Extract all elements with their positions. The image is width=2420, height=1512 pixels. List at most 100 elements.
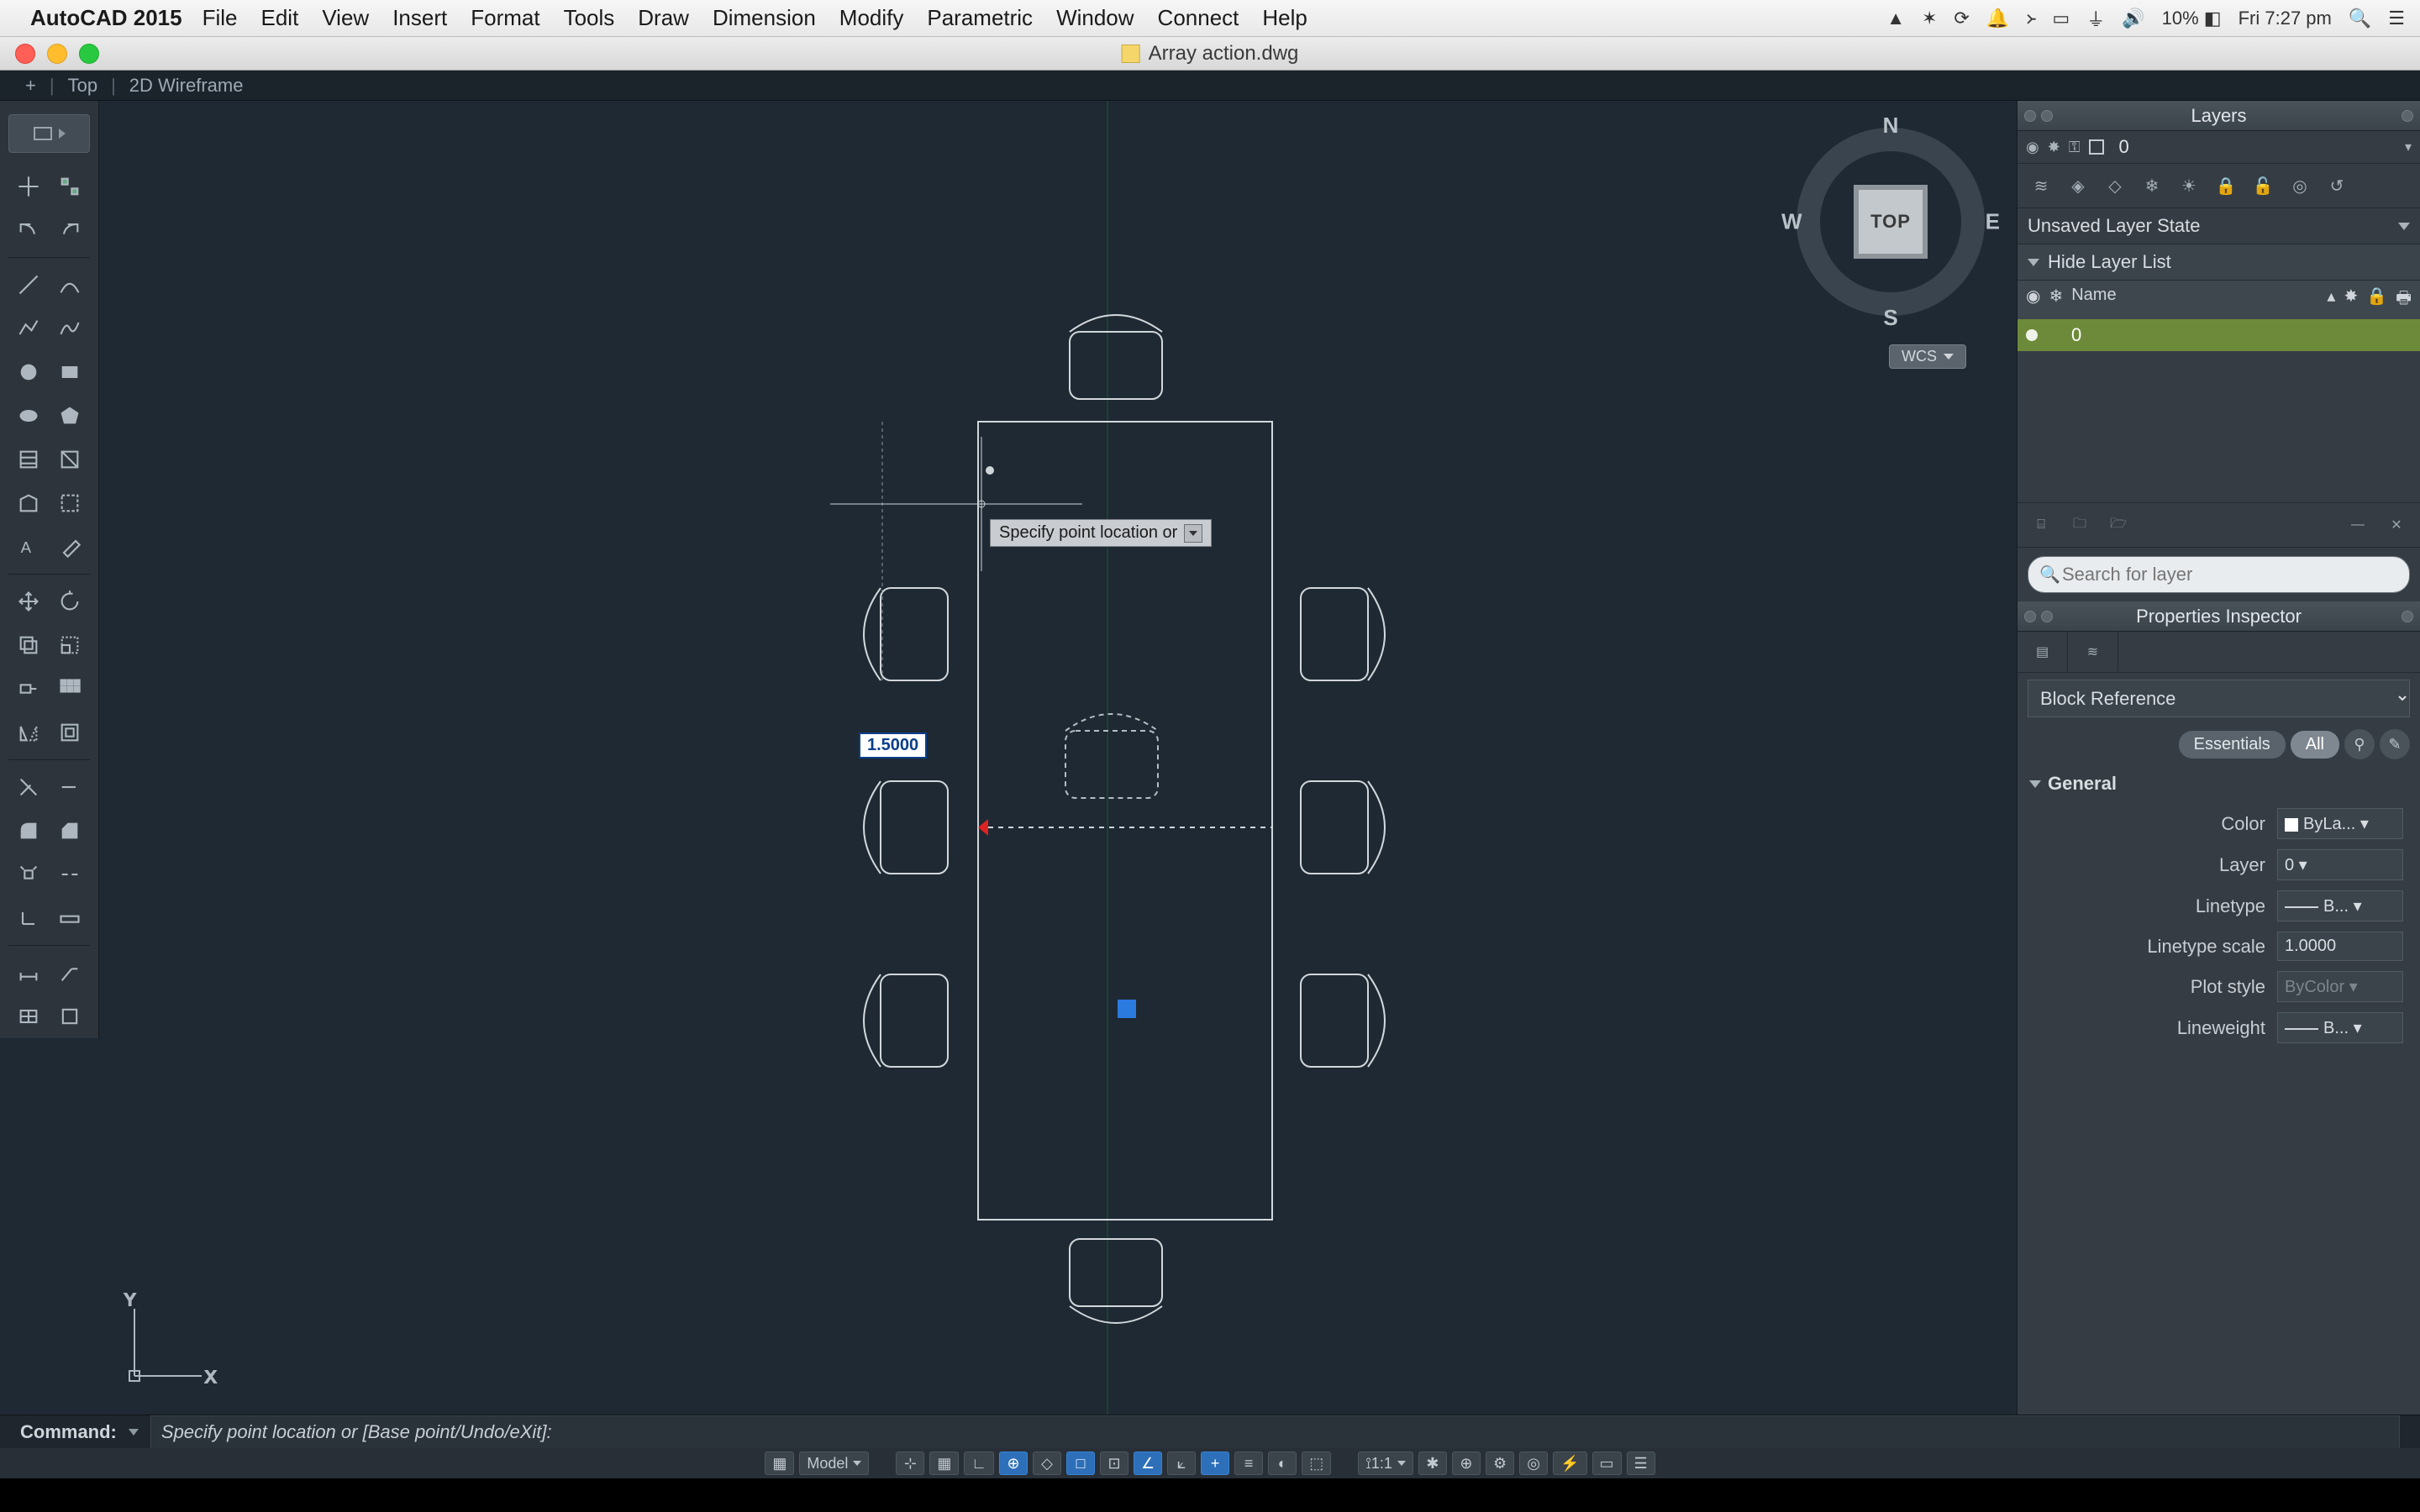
tool-stretch[interactable] xyxy=(12,672,45,706)
wcs-dropdown[interactable]: WCS xyxy=(1889,344,1966,369)
status-ducs[interactable]: ⟀ xyxy=(1167,1452,1196,1475)
tool-block[interactable] xyxy=(53,1000,87,1033)
dynamic-prompt-dropdown-icon[interactable] xyxy=(1184,524,1202,543)
tool-offset[interactable] xyxy=(53,716,87,749)
status-gridmode[interactable]: ▦ xyxy=(929,1452,959,1475)
status-lwt[interactable]: ≡ xyxy=(1234,1452,1263,1475)
status-annoautoscale[interactable]: ⊕ xyxy=(1452,1452,1481,1475)
layer-tool-match[interactable]: ◎ xyxy=(2283,169,2317,202)
status-grid-icon[interactable]: ▦ xyxy=(765,1452,794,1475)
menu-file[interactable]: File xyxy=(203,5,238,31)
status-3dosnap[interactable]: ⊡ xyxy=(1100,1452,1128,1475)
layer-dropdown-icon[interactable]: ▾ xyxy=(2405,139,2412,155)
viewcube-south[interactable]: S xyxy=(1883,305,1897,331)
tool-gradient[interactable] xyxy=(53,443,87,476)
status-selection[interactable]: ⬚ xyxy=(1302,1452,1331,1475)
tool-circle[interactable] xyxy=(12,355,45,389)
status-isolate[interactable]: ◎ xyxy=(1519,1452,1548,1475)
layer-group-icon[interactable]: 🗀 xyxy=(2065,510,2095,540)
tool-array[interactable] xyxy=(53,672,87,706)
status-osnap[interactable]: □ xyxy=(1066,1452,1095,1475)
status-bluetooth-icon[interactable]: ᚛ xyxy=(2026,8,2035,29)
tool-arc[interactable] xyxy=(53,268,87,302)
tool-extend[interactable] xyxy=(53,770,87,804)
tool-rotate[interactable] xyxy=(53,585,87,618)
props-pill-essentials[interactable]: Essentials xyxy=(2179,731,2286,759)
layer-visibility-icon[interactable]: ◉ xyxy=(2026,139,2039,156)
tool-chamfer[interactable] xyxy=(53,814,87,848)
status-cleanscreen[interactable]: ▭ xyxy=(1592,1452,1622,1475)
status-transparency[interactable]: ◐ xyxy=(1268,1452,1297,1475)
dynamic-value-input[interactable]: 1.5000 xyxy=(859,732,927,759)
properties-panel-header[interactable]: Properties Inspector xyxy=(2018,601,2420,632)
tool-mirror[interactable] xyxy=(12,716,45,749)
prop-layer-value[interactable]: 0 ▾ xyxy=(2277,849,2403,880)
tool-measure[interactable] xyxy=(53,901,87,935)
layer-search-input[interactable] xyxy=(2028,556,2410,593)
status-hardwareaccel[interactable]: ⚡ xyxy=(1553,1452,1586,1475)
status-annovisibility[interactable]: ✱ xyxy=(1418,1452,1447,1475)
tool-line[interactable] xyxy=(12,268,45,302)
tool-copy[interactable] xyxy=(12,628,45,662)
status-otrack[interactable]: ∠ xyxy=(1134,1452,1162,1475)
tool-polyline[interactable] xyxy=(12,312,45,345)
status-wifi-icon[interactable]: ⏚ xyxy=(2086,5,2105,32)
layer-tool-off[interactable]: ◇ xyxy=(2098,169,2132,202)
layer-tool-iso[interactable]: ◈ xyxy=(2061,169,2095,202)
tool-scale[interactable] xyxy=(53,628,87,662)
status-ortho[interactable]: ∟ xyxy=(964,1452,994,1475)
tool-redo[interactable] xyxy=(53,213,87,247)
status-space-label[interactable]: Model xyxy=(799,1452,869,1475)
tool-polygon[interactable] xyxy=(53,399,87,433)
menu-parametric[interactable]: Parametric xyxy=(927,5,1033,31)
menu-edit[interactable]: Edit xyxy=(261,5,299,31)
workspace-switcher[interactable] xyxy=(8,114,90,153)
menu-format[interactable]: Format xyxy=(471,5,539,31)
menu-insert[interactable]: Insert xyxy=(392,5,447,31)
layer-new-icon[interactable]: — xyxy=(2343,510,2373,540)
viewcube-face-top[interactable]: TOP xyxy=(1854,185,1928,259)
tool-boundary[interactable] xyxy=(53,486,87,520)
status-annoscale[interactable]: ⟟ 1:1 xyxy=(1358,1452,1413,1475)
status-alert-icon[interactable]: ▲ xyxy=(1886,8,1905,29)
tool-move[interactable] xyxy=(12,585,45,618)
menu-draw[interactable]: Draw xyxy=(638,5,689,31)
layer-delete-icon[interactable]: ✕ xyxy=(2381,510,2412,540)
layer-tool-states[interactable]: ≋ xyxy=(2024,169,2058,202)
tool-region[interactable] xyxy=(12,486,45,520)
viewport-add-icon[interactable]: + xyxy=(25,75,36,97)
current-layer-name[interactable]: 0 xyxy=(2112,136,2396,158)
drawing-canvas[interactable]: Specify point location or 1.5000 xyxy=(99,101,2017,1415)
tool-table[interactable] xyxy=(12,1000,45,1033)
menu-view[interactable]: View xyxy=(322,5,369,31)
tool-undo[interactable] xyxy=(12,213,45,247)
layer-row-0[interactable]: 0 xyxy=(2018,319,2420,351)
viewcube-north[interactable]: N xyxy=(1883,113,1899,139)
layer-tool-freeze[interactable]: ❄ xyxy=(2135,169,2169,202)
tool-rectangle[interactable] xyxy=(53,355,87,389)
menu-tools[interactable]: Tools xyxy=(564,5,615,31)
menu-connect[interactable]: Connect xyxy=(1158,5,1239,31)
tool-leader[interactable] xyxy=(53,956,87,990)
layer-tool-thaw[interactable]: ☀ xyxy=(2172,169,2206,202)
viewport-style-label[interactable]: 2D Wireframe xyxy=(129,75,244,97)
app-name[interactable]: AutoCAD 2015 xyxy=(30,5,182,31)
menu-dimension[interactable]: Dimension xyxy=(713,5,816,31)
tool-text[interactable]: A xyxy=(12,530,45,564)
viewcube-east[interactable]: E xyxy=(1986,209,2000,235)
menu-help[interactable]: Help xyxy=(1262,5,1307,31)
status-evernote-icon[interactable]: ✶ xyxy=(1922,8,1937,29)
status-battery[interactable]: 10% ◧ xyxy=(2162,8,2222,29)
prop-ltscale-value[interactable]: 1.0000 xyxy=(2277,932,2403,961)
layers-panel-header[interactable]: Layers xyxy=(2018,101,2420,131)
window-close-button[interactable] xyxy=(15,44,35,64)
props-quickselect-icon[interactable]: ⚲ xyxy=(2344,729,2375,759)
props-pickadd-icon[interactable]: ✎ xyxy=(2380,729,2410,759)
status-display-icon[interactable]: ▭ xyxy=(2052,8,2070,29)
tool-ucs[interactable] xyxy=(12,901,45,935)
col-visibility-icon[interactable]: ◉ xyxy=(2026,286,2040,314)
status-volume-icon[interactable]: 🔊 xyxy=(2122,8,2144,29)
tool-hatch[interactable] xyxy=(12,443,45,476)
status-polar[interactable]: ⊕ xyxy=(999,1452,1028,1475)
status-notifications-icon[interactable]: 🔔 xyxy=(1986,8,2009,29)
